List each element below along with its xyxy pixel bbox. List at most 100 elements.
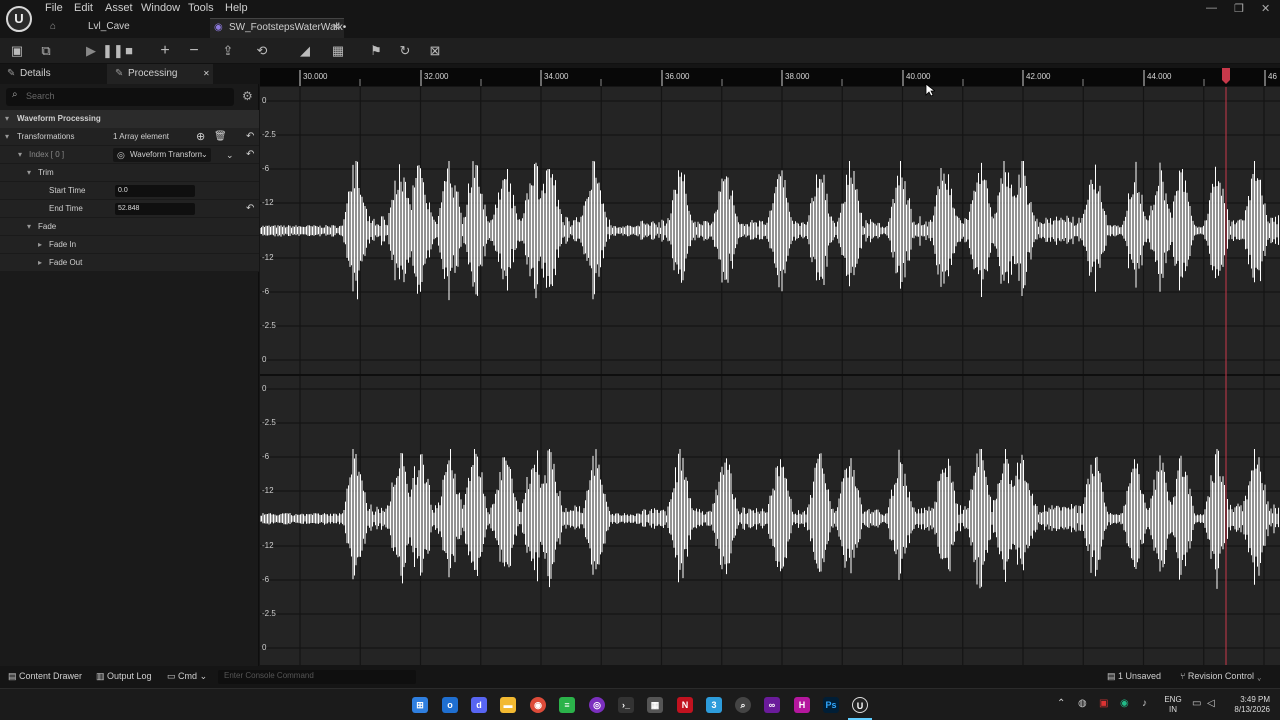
waveform-canvas — [260, 87, 1280, 665]
menu-tools[interactable]: Tools — [188, 2, 214, 14]
close-window-icon[interactable]: ✕ — [1261, 2, 1270, 15]
start-time-field[interactable]: 0.0 — [115, 185, 195, 197]
add-element-icon[interactable]: ⊕ — [196, 128, 205, 146]
browse-icon[interactable]: ⧉ — [38, 43, 54, 59]
search-placeholder: Search — [26, 91, 55, 101]
tab-asset[interactable]: ◉ SW_FootstepsWaterWalk• ✕ — [210, 18, 347, 38]
menu-file[interactable]: File — [45, 2, 63, 14]
search-input[interactable]: ⌕ Search — [6, 88, 234, 106]
microphone-icon[interactable]: ♪ — [1142, 698, 1147, 709]
unreal-logo-icon[interactable]: U — [6, 6, 32, 32]
unreal-engine-icon[interactable]: U — [852, 697, 868, 713]
close-tab-icon[interactable]: ✕ — [332, 19, 340, 37]
menu-asset[interactable]: Asset — [105, 2, 133, 14]
export-icon[interactable]: ⇪ — [220, 43, 236, 59]
ruler-time-label: 38.000 — [785, 72, 810, 81]
app-icon-search[interactable]: ⌕ — [735, 697, 751, 713]
waveform-viewer[interactable] — [260, 87, 1280, 665]
section-waveform-processing[interactable]: ▾ Waveform Processing — [0, 110, 259, 128]
zoom-in-icon[interactable]: + — [157, 43, 173, 59]
reset-icon[interactable]: ↶ — [246, 146, 254, 164]
play-icon[interactable]: ▶ — [83, 43, 99, 59]
ruler-time-label: 32.000 — [424, 72, 449, 81]
row-fade[interactable]: ▾ Fade — [0, 218, 259, 236]
tray-app-icon[interactable]: ◉ — [1120, 698, 1129, 709]
expand-arrow-icon: ▸ — [38, 240, 43, 249]
outlook-icon[interactable]: o — [442, 697, 458, 713]
cmd-label: Cmd — [178, 671, 198, 681]
marker-icon[interactable]: ⚑ — [368, 43, 384, 59]
save-icon[interactable]: ▣ — [9, 43, 25, 59]
calculator-icon[interactable]: ▦ — [647, 697, 663, 713]
reset-icon[interactable]: ↶ — [246, 200, 254, 218]
normalize-icon[interactable]: ▦ — [330, 43, 346, 59]
playhead-handle[interactable] — [1222, 68, 1230, 84]
log-icon: ▥ — [96, 671, 105, 681]
tab-asset-label: SW_FootstepsWaterWalk• — [229, 22, 347, 33]
language-indicator[interactable]: ENG IN — [1163, 695, 1183, 715]
tray-app-icon[interactable]: ◍ — [1078, 698, 1087, 709]
amplitude-label: -2.5 — [262, 321, 276, 330]
chevron-down-icon[interactable]: ⌄ — [226, 146, 234, 164]
collapse-arrow-icon[interactable]: ▾ — [5, 128, 9, 146]
console-input[interactable]: Enter Console Command — [218, 670, 416, 684]
windows-start-icon[interactable]: ⊞ — [412, 697, 428, 713]
cmd-dropdown[interactable]: ▭ Cmd ⌄ — [167, 671, 207, 682]
loop-icon[interactable]: ↻ — [397, 43, 413, 59]
settings-gear-icon[interactable]: ⚙ — [242, 89, 253, 103]
row-transformations: ▾ Transformations 1 Array element ⊕ 🗑 ↶ — [0, 128, 259, 146]
minimize-icon[interactable]: — — [1206, 2, 1217, 14]
ruler-time-label: 44.000 — [1147, 72, 1172, 81]
pause-icon[interactable]: ❚❚ — [102, 43, 124, 59]
discord-icon[interactable]: d — [471, 697, 487, 713]
row-trim[interactable]: ▾ Trim — [0, 164, 259, 182]
close-panel-icon[interactable]: ✕ — [203, 64, 210, 84]
chrome-icon[interactable]: ◉ — [530, 697, 546, 713]
language-code: ENG — [1164, 695, 1182, 704]
revision-control-button[interactable]: ⑂ Revision Control ⌄ — [1180, 671, 1262, 681]
unsaved-indicator[interactable]: ▤ 1 Unsaved — [1107, 671, 1161, 682]
row-fade-out[interactable]: ▸ Fade Out — [0, 254, 259, 272]
row-end-time: End Time 52.848 ↶ — [0, 200, 259, 218]
fade-in-label: Fade In — [49, 240, 77, 249]
menu-help[interactable]: Help — [225, 2, 248, 14]
processing-icon: ✎ — [115, 68, 124, 79]
zoom-out-icon[interactable]: − — [186, 43, 202, 59]
time-ruler[interactable] — [260, 68, 1280, 86]
app-icon-hd[interactable]: H — [794, 697, 810, 713]
delete-icon[interactable]: 🗑 — [214, 128, 227, 146]
transform-type-dropdown[interactable]: ◎ Waveform Transform ⌄ — [113, 148, 211, 162]
collapse-arrow-icon[interactable]: ▾ — [18, 146, 22, 164]
end-time-field[interactable]: 52.848 — [115, 203, 195, 215]
menu-edit[interactable]: Edit — [74, 2, 93, 14]
ruler-time-label: 34.000 — [544, 72, 569, 81]
content-drawer-button[interactable]: ▤ Content Drawer — [8, 671, 82, 682]
tab-details[interactable]: ✎ Details — [0, 64, 105, 84]
github-icon[interactable]: ◎ — [589, 697, 605, 713]
volume-icon[interactable]: ◁ — [1207, 698, 1215, 709]
branch-icon: ⑂ — [1180, 671, 1186, 681]
file-explorer-icon[interactable]: ▬ — [500, 697, 516, 713]
terminal-icon[interactable]: ›_ — [618, 697, 634, 713]
clock[interactable]: 3:49 PM 8/13/2026 — [1222, 695, 1270, 715]
tray-overflow-icon[interactable]: ⌃ — [1057, 698, 1065, 709]
fade-icon[interactable]: ◢ — [297, 43, 313, 59]
maximize-icon[interactable]: ❐ — [1234, 2, 1244, 15]
display-icon[interactable]: ▭ — [1192, 698, 1201, 709]
menu-window[interactable]: Window — [141, 2, 180, 14]
notepad-icon[interactable]: ≡ — [559, 697, 575, 713]
reset-icon[interactable]: ↶ — [246, 128, 254, 146]
netflix-icon[interactable]: N — [677, 697, 693, 713]
grid-icon[interactable]: ⊠ — [427, 43, 443, 59]
tray-app-icon[interactable]: ▣ — [1099, 698, 1108, 709]
visual-studio-icon[interactable]: ∞ — [764, 697, 780, 713]
app-icon-3[interactable]: 3 — [706, 697, 722, 713]
output-log-button[interactable]: ▥ Output Log — [96, 671, 152, 682]
photoshop-icon[interactable]: Ps — [823, 697, 839, 713]
status-bar: ▤ Content Drawer ▥ Output Log ▭ Cmd ⌄ En… — [0, 668, 1280, 686]
tab-processing[interactable]: ✎ Processing ✕ — [107, 64, 213, 84]
stop-icon[interactable]: ■ — [121, 43, 137, 59]
reimport-icon[interactable]: ⟲ — [254, 43, 270, 59]
tab-level[interactable]: ⌂ Lvl_Cave — [50, 18, 210, 38]
row-fade-in[interactable]: ▸ Fade In — [0, 236, 259, 254]
